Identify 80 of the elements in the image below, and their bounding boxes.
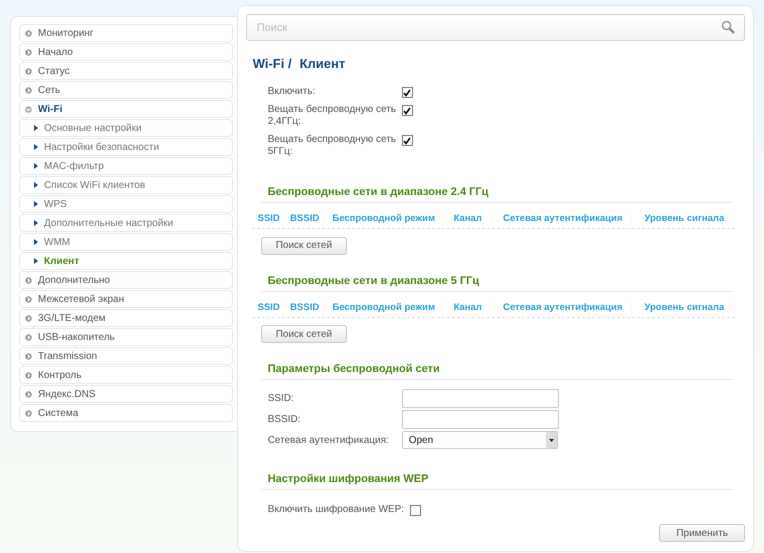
apply-button[interactable]: Применить — [659, 524, 745, 542]
bullet-icon — [25, 86, 32, 94]
column-header: Сетевая аутентификация — [492, 213, 632, 228]
chevron-icon — [34, 182, 38, 188]
page-title: Клиент — [300, 56, 346, 71]
column-header: SSID — [252, 213, 284, 228]
bullet-icon — [25, 276, 32, 284]
scan-button[interactable]: Поиск сетей — [260, 325, 348, 343]
sidebar-subitem[interactable]: Клиент — [19, 252, 233, 270]
sidebar-item[interactable]: Контроль — [19, 366, 233, 384]
checkbox-label: Включить: — [268, 86, 316, 98]
sidebar-item[interactable]: Яндекс.DNS — [19, 385, 233, 403]
column-header: Уровень сигнала — [632, 213, 735, 228]
sidebar-subitem[interactable]: Основные настройки — [19, 119, 233, 137]
sidebar-subitem[interactable]: WMM — [19, 233, 233, 251]
column-header: Сетевая аутентификация — [492, 302, 632, 316]
column-header: Уровень сигнала — [632, 302, 735, 316]
bullet-icon — [25, 68, 32, 74]
chevron-icon — [34, 239, 38, 245]
sidebar-subitem[interactable]: MAC-фильтр — [19, 157, 233, 175]
auth-select[interactable]: Open — [402, 431, 558, 449]
column-header: BSSID — [284, 302, 324, 316]
sidebar-item[interactable]: Система — [19, 404, 233, 422]
bullet-icon — [25, 390, 32, 398]
section-title: Беспроводные сети в диапазоне 2.4 ГГц — [260, 186, 733, 203]
dropdown-icon — [546, 432, 557, 448]
column-header: Канал — [442, 302, 492, 316]
chevron-icon — [34, 163, 38, 169]
chevron-icon — [34, 144, 38, 150]
checkbox[interactable] — [410, 505, 422, 516]
section-title: Беспроводные сети в диапазоне 5 ГГц — [260, 274, 733, 292]
input-field[interactable] — [402, 410, 559, 429]
bullet-icon — [25, 106, 32, 112]
sidebar-item[interactable]: Межсетевой экран — [19, 290, 233, 308]
sidebar-item[interactable]: USB-накопитель — [19, 328, 233, 346]
bullet-icon — [25, 296, 32, 302]
checkbox-label: Вещать беспроводную сеть 5ГГц: — [268, 134, 397, 158]
bullet-icon — [25, 314, 32, 322]
bullet-icon — [25, 372, 32, 378]
sidebar-subitem[interactable]: WPS — [19, 195, 233, 213]
sidebar-item[interactable]: 3G/LTE-модем — [19, 309, 233, 327]
column-header: BSSID — [284, 213, 324, 228]
scan-button[interactable]: Поиск сетей — [260, 236, 348, 254]
sidebar-item[interactable]: Transmission — [19, 347, 233, 365]
sidebar-item[interactable]: Начало — [19, 43, 233, 61]
chevron-icon — [34, 201, 38, 207]
search-icon — [721, 20, 735, 34]
sidebar-item[interactable]: Сеть — [19, 81, 233, 99]
section-title: Настройки шифрования WEP — [260, 473, 733, 490]
section-title: Параметры беспроводной сети — [260, 363, 733, 380]
checkbox[interactable] — [402, 105, 413, 116]
chevron-icon — [34, 258, 38, 264]
bullet-icon — [25, 410, 32, 416]
sidebar-item[interactable]: Статус — [19, 62, 233, 80]
chevron-icon — [34, 125, 38, 131]
bullet-icon — [25, 334, 32, 340]
field-label: Сетевая аутентификация: — [268, 434, 390, 446]
sidebar-item[interactable]: Дополнительно — [19, 271, 233, 289]
page-title: Wi-Fi / — [252, 56, 292, 71]
field-label: BSSID: — [268, 414, 302, 425]
field-label: SSID: — [268, 393, 295, 404]
search-field[interactable]: Поиск — [246, 14, 745, 41]
sidebar-subitem[interactable]: Настройки безопасности — [19, 138, 233, 156]
column-header: Беспроводной режим — [324, 302, 442, 316]
column-header: Канал — [442, 213, 492, 228]
column-header: SSID — [252, 302, 284, 316]
checkbox-label: Включить шифрование WEP: — [268, 504, 404, 516]
bullet-icon — [25, 352, 32, 360]
bullet-icon — [25, 48, 32, 56]
column-header: Беспроводной режим — [324, 213, 442, 228]
bullet-icon — [25, 30, 32, 36]
sidebar-subitem[interactable]: Дополнительные настройки — [19, 214, 233, 232]
sidebar-item[interactable]: Wi-Fi — [19, 100, 233, 118]
checkbox[interactable] — [402, 135, 413, 146]
checkbox[interactable] — [402, 87, 413, 98]
chevron-icon — [34, 220, 38, 226]
sidebar-subitem[interactable]: Список WiFi клиентов — [19, 176, 233, 194]
sidebar-item[interactable]: Мониторинг — [19, 24, 233, 42]
input-field[interactable] — [402, 389, 559, 408]
checkbox-label: Вещать беспроводную сеть 2,4ГГц: — [268, 104, 397, 128]
